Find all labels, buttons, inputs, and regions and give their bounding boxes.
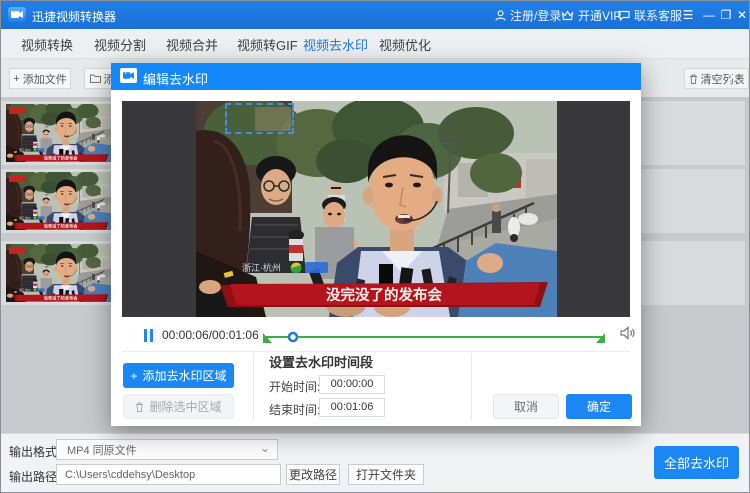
dialog-title: 编辑去水印 (143, 72, 209, 87)
dialog-header: 编辑去水印 ✕ (111, 63, 739, 90)
delete-region-button[interactable]: 删除选中区域 (123, 394, 234, 419)
tab-bar: 视频转换 视频分割 视频合并 视频转GIF 视频去水印 视频优化 (1, 29, 749, 59)
start-time-label: 开始时间: (269, 380, 321, 394)
folder-icon (89, 74, 101, 83)
chat-bubble-icon (618, 10, 630, 21)
output-path-label: 输出路径: (9, 470, 61, 484)
watermark-blur-patch (255, 107, 291, 131)
remove-all-watermark-button[interactable]: 全部去水印 (654, 446, 739, 479)
pause-button[interactable] (144, 329, 154, 347)
dialog-close-icon[interactable]: ✕ (723, 67, 743, 87)
tab-video-convert[interactable]: 视频转换 (21, 29, 73, 59)
plus-icon: + (13, 72, 20, 85)
tv-station-logo-icon (9, 107, 26, 114)
app-title: 迅捷视频转换器 (32, 10, 117, 24)
tab-video-merge[interactable]: 视频合并 (166, 29, 218, 59)
register-login-button[interactable]: 注册/登录 (495, 1, 561, 29)
contact-support-button[interactable]: 联系客服 (618, 1, 682, 29)
app-logo-icon (8, 7, 26, 22)
title-bar: 迅捷视频转换器 注册/登录 开通VIP 联系客服 ☰ — ❐ ✕ (1, 1, 749, 29)
video-thumbnail (6, 244, 111, 302)
video-thumbnail (6, 104, 111, 162)
end-time-label: 结束时间: (269, 403, 321, 417)
timecode: 00:00:06/00:01:06 (162, 328, 259, 342)
vip-button[interactable]: 开通VIP (561, 1, 621, 29)
divider (122, 351, 630, 352)
video-frame (196, 101, 557, 317)
time-section-title: 设置去水印时间段 (269, 355, 374, 370)
minimize-button[interactable]: — (700, 1, 718, 29)
end-time-input[interactable]: 00:01:06 (319, 398, 385, 417)
video-thumbnail (6, 172, 111, 230)
open-folder-button[interactable]: 打开文件夹 (348, 464, 424, 485)
output-settings-bar: 输出格式: MP4 同原文件 ⌄ 输出路径: C:\Users\cddehsy\… (1, 433, 749, 492)
output-format-select[interactable]: MP4 同原文件 ⌄ (56, 439, 278, 460)
tab-video-to-gif[interactable]: 视频转GIF (237, 29, 298, 59)
output-path-input[interactable]: C:\Users\cddehsy\Desktop (56, 464, 281, 485)
seek-slider[interactable] (259, 328, 609, 350)
start-time-input[interactable]: 00:00:00 (319, 375, 385, 394)
tv-station-logo-icon (9, 247, 26, 254)
plus-icon: + (130, 368, 138, 383)
edit-watermark-dialog: 编辑去水印 ✕ 00:00:06/00:01:06 + 添加去水印区域 删除选中… (111, 63, 739, 426)
tv-station-logo-icon (9, 175, 26, 182)
video-preview (122, 101, 630, 317)
tab-video-optimize[interactable]: 视频优化 (379, 29, 431, 59)
trash-icon (689, 74, 697, 84)
dialog-icon (120, 68, 137, 83)
playhead (287, 331, 299, 343)
divider (471, 353, 472, 421)
watermark-selection-box[interactable] (225, 103, 294, 134)
change-path-button[interactable]: 更改路径 (286, 464, 340, 485)
chevron-down-icon: ⌄ (260, 441, 271, 455)
speaker-icon (620, 326, 635, 340)
playback-controls: 00:00:06/00:01:06 (122, 323, 635, 350)
tab-remove-watermark[interactable]: 视频去水印 (303, 29, 368, 59)
cancel-button[interactable]: 取消 (493, 394, 559, 419)
divider (253, 353, 254, 421)
user-icon (495, 9, 506, 21)
add-file-button[interactable]: + 添加文件 (9, 68, 71, 89)
crown-icon (561, 9, 574, 20)
tab-video-split[interactable]: 视频分割 (94, 29, 146, 59)
close-button[interactable]: ✕ (733, 1, 749, 29)
pause-icon (144, 329, 153, 342)
add-watermark-region-button[interactable]: + 添加去水印区域 (123, 363, 234, 388)
ok-button[interactable]: 确定 (566, 394, 632, 419)
trash-icon (136, 402, 144, 412)
volume-button[interactable] (620, 326, 635, 345)
output-format-label: 输出格式: (9, 445, 61, 459)
app-window: 迅捷视频转换器 注册/登录 开通VIP 联系客服 ☰ — ❐ ✕ 视频转换 视频… (0, 0, 750, 493)
menu-button[interactable]: ☰ (679, 1, 697, 29)
